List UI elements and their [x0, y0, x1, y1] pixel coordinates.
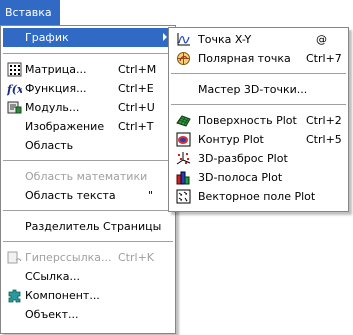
menu-item-math-region-label: Область математики — [25, 170, 148, 183]
menu-item-module-label: Модуль... — [25, 101, 80, 114]
polar-plot-icon — [177, 52, 190, 65]
hyperlink-icon — [7, 251, 22, 264]
menu-separator — [3, 241, 173, 243]
submenu-item-contour-plot-shortcut: Ctrl+5 — [306, 133, 342, 146]
menu-item-module[interactable]: Модуль... Ctrl+U — [3, 98, 173, 117]
submenu-item-polar-plot-shortcut: Ctrl+7 — [306, 52, 342, 65]
menu-item-hyperlink[interactable]: Гиперссылка... Ctrl+K — [3, 248, 173, 267]
bar-3d-icon — [176, 171, 190, 185]
menu-item-reference[interactable]: ССылка... — [3, 267, 173, 286]
menu-item-matrix-label: Матрица... — [25, 63, 87, 76]
submenu-item-polar-plot[interactable]: Полярная точка Ctrl+7 — [171, 49, 346, 68]
menu-item-hyperlink-label: Гиперссылка... — [25, 251, 112, 264]
submenu-item-xy-plot-label: Точка X-Y — [198, 33, 252, 46]
menu-item-text-region[interactable]: Область текста " — [3, 186, 173, 205]
submenu-item-bar-3d-label: 3D-полоса Plot — [198, 171, 283, 184]
submenu-item-surface-plot-label: Поверхность Plot — [198, 114, 297, 127]
submenu-item-scatter-3d[interactable]: 3D-разброс Plot — [171, 149, 346, 168]
component-icon — [8, 289, 21, 303]
submenu-separator — [171, 73, 346, 75]
menu-item-hyperlink-shortcut: Ctrl+K — [118, 251, 155, 264]
menu-item-image[interactable]: Изображение Ctrl+T — [3, 117, 173, 136]
submenu-arrow-icon — [163, 33, 167, 41]
menu-item-object[interactable]: Объект... — [3, 305, 173, 324]
menubar-insert[interactable]: Вставка — [0, 0, 60, 25]
menu-separator — [3, 53, 173, 55]
menu-item-function-shortcut: Ctrl+E — [118, 82, 154, 95]
menu-item-math-region[interactable]: Область математики — [3, 167, 173, 186]
menu-item-image-label: Изображение — [25, 120, 105, 133]
surface-plot-icon — [176, 115, 191, 127]
menu-item-object-label: Объект... — [25, 308, 79, 321]
menu-item-region-label: Область — [25, 139, 74, 152]
submenu-item-polar-plot-label: Полярная точка — [198, 52, 291, 65]
xy-plot-icon — [177, 33, 190, 46]
submenu-item-surface-plot[interactable]: Поверхность Plot Ctrl+2 — [171, 111, 346, 130]
menu-item-graph[interactable]: График — [3, 28, 173, 47]
vector-field-icon — [176, 189, 191, 204]
menu-item-function[interactable]: f(x) Функция... Ctrl+E — [3, 79, 173, 98]
function-icon: f(x) — [7, 83, 22, 96]
menu-item-text-region-shortcut: " — [148, 189, 154, 202]
svg-text:f(x): f(x) — [7, 83, 22, 96]
menu-separator — [3, 160, 173, 162]
submenu-item-vector-field[interactable]: Векторное поле Plot — [171, 187, 346, 206]
menu-item-page-break-label: Разделитель Страницы — [25, 220, 162, 233]
menu-separator — [3, 210, 173, 212]
submenu-item-xy-plot[interactable]: Точка X-Y @ — [171, 30, 346, 49]
insert-menu: График Матрица... Ctrl+M f(x) Функция...… — [0, 25, 176, 334]
menu-item-component[interactable]: Компонент... — [3, 286, 173, 305]
graph-submenu: Точка X-Y @ Полярная точка Ctrl+7 Мастер… — [168, 27, 349, 212]
menu-item-component-label: Компонент... — [25, 289, 100, 302]
contour-plot-icon — [176, 132, 191, 147]
menu-item-function-label: Функция... — [25, 82, 87, 95]
module-icon — [7, 101, 22, 114]
submenu-separator — [171, 104, 346, 106]
menu-item-reference-label: ССылка... — [25, 270, 80, 283]
menu-item-module-shortcut: Ctrl+U — [118, 101, 155, 114]
submenu-item-wizard-3d-label: Мастер 3D-точки... — [198, 83, 308, 96]
submenu-item-scatter-3d-label: 3D-разброс Plot — [198, 152, 288, 165]
menu-item-graph-label: График — [25, 31, 69, 44]
submenu-item-surface-plot-shortcut: Ctrl+2 — [306, 114, 342, 127]
submenu-item-contour-plot[interactable]: Контур Plot Ctrl+5 — [171, 130, 346, 149]
submenu-item-vector-field-label: Векторное поле Plot — [198, 190, 316, 203]
submenu-item-contour-plot-label: Контур Plot — [198, 133, 264, 146]
menu-item-matrix[interactable]: Матрица... Ctrl+M — [3, 60, 173, 79]
submenu-item-xy-plot-shortcut: @ — [316, 33, 327, 46]
matrix-icon — [7, 62, 22, 77]
menu-item-text-region-label: Область текста — [25, 189, 116, 202]
scatter-3d-icon — [176, 152, 191, 165]
menu-item-region[interactable]: Область — [3, 136, 173, 155]
menu-item-page-break[interactable]: Разделитель Страницы — [3, 217, 173, 236]
submenu-item-wizard-3d[interactable]: Мастер 3D-точки... — [171, 80, 346, 99]
submenu-item-bar-3d[interactable]: 3D-полоса Plot — [171, 168, 346, 187]
menu-item-matrix-shortcut: Ctrl+M — [118, 63, 157, 76]
menu-item-image-shortcut: Ctrl+T — [118, 120, 154, 133]
